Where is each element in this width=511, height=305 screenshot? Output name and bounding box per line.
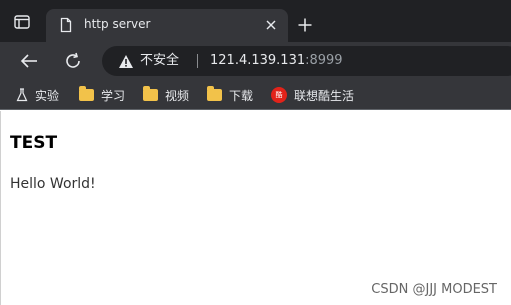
back-arrow-icon <box>20 54 37 68</box>
browser-window: http server 不安全 121.4.139.131:8999 实验 学习… <box>0 0 511 305</box>
tab-actions-button[interactable] <box>8 10 36 34</box>
page-paragraph: Hello World! <box>10 176 96 192</box>
bookmark-downloads[interactable]: 下载 <box>207 85 253 105</box>
bookmark-label: 学习 <box>101 88 126 103</box>
bookmark-label: 联想酷生活 <box>294 88 355 103</box>
close-icon <box>266 20 276 30</box>
lenovo-icon: 酷 <box>271 87 287 103</box>
tab-strip: http server <box>0 0 511 42</box>
warning-icon <box>119 54 133 68</box>
address-separator <box>197 54 198 68</box>
folder-icon <box>79 86 94 101</box>
bookmark-label: 视频 <box>165 88 190 103</box>
bookmark-study[interactable]: 学习 <box>79 85 125 105</box>
plus-icon <box>298 18 312 32</box>
bookmark-experiment[interactable]: 实验 <box>16 85 59 105</box>
new-tab-button[interactable] <box>294 14 316 36</box>
folder-icon <box>207 86 222 101</box>
document-icon <box>60 17 72 33</box>
folder-icon <box>143 86 158 101</box>
reload-icon <box>66 52 80 68</box>
tab-actions-icon <box>14 15 30 29</box>
address-bar[interactable]: 不安全 121.4.139.131:8999 <box>102 46 511 76</box>
security-label: 不安全 <box>140 53 180 68</box>
url-text[interactable]: 121.4.139.131:8999 <box>210 53 343 69</box>
tab-close-button[interactable] <box>262 16 280 34</box>
page-heading: TEST <box>10 133 58 153</box>
bookmark-video[interactable]: 视频 <box>143 85 189 105</box>
back-button[interactable] <box>17 49 41 73</box>
url-host: 121.4.139.131 <box>210 53 306 68</box>
url-port: :8999 <box>305 53 343 68</box>
reload-button[interactable] <box>61 49 85 73</box>
tab-active[interactable]: http server <box>46 9 288 42</box>
watermark: CSDN @JJJ MODEST <box>371 282 497 297</box>
page-content: TEST Hello World! CSDN @JJJ MODEST <box>0 111 511 305</box>
toolbar: 不安全 121.4.139.131:8999 <box>0 42 511 80</box>
bookmarks-bar: 实验 学习 视频 下载 酷 联想酷生活 <box>0 80 511 110</box>
bookmark-label: 实验 <box>35 88 60 103</box>
flask-icon <box>16 88 28 102</box>
security-indicator[interactable]: 不安全 <box>118 53 179 69</box>
tab-title: http server <box>84 17 151 31</box>
bookmark-label: 下载 <box>229 88 254 103</box>
bookmark-lenovo[interactable]: 酷 联想酷生活 <box>271 85 354 105</box>
